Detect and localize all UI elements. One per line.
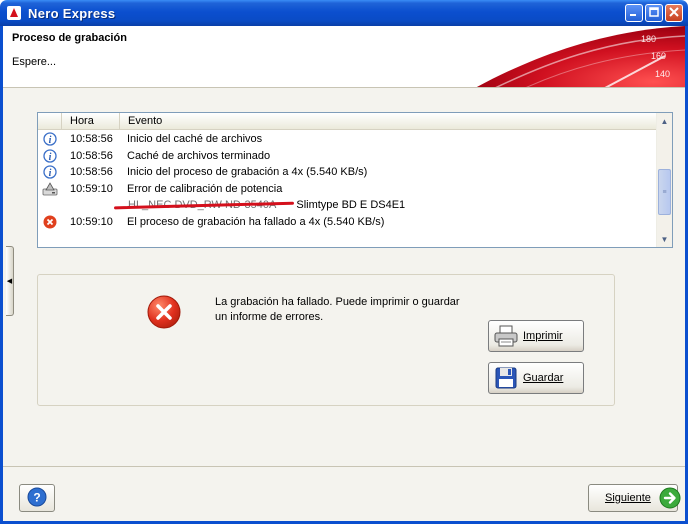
column-header-event[interactable]: Evento bbox=[120, 113, 657, 129]
log-row[interactable]: i 10:58:56 Inicio del proceso de grabaci… bbox=[38, 164, 657, 181]
minimize-button[interactable] bbox=[625, 4, 643, 22]
page-subtitle: Espere... bbox=[12, 56, 57, 68]
column-header-time[interactable]: Hora bbox=[62, 113, 120, 129]
print-button[interactable]: Imprimir bbox=[488, 320, 584, 352]
close-icon bbox=[669, 6, 679, 20]
info-icon: i bbox=[38, 132, 62, 146]
maximize-button[interactable] bbox=[645, 4, 663, 22]
svg-text:i: i bbox=[49, 152, 52, 163]
arrow-left-icon: ◀ bbox=[6, 278, 13, 285]
wizard-header: Proceso de grabación Espere... 180 160 1… bbox=[3, 26, 685, 88]
scroll-thumb[interactable]: ≡ bbox=[658, 169, 671, 215]
log-time: 10:58:56 bbox=[70, 133, 113, 146]
log-header: Hora Evento bbox=[38, 113, 657, 130]
floppy-disk-icon bbox=[493, 367, 519, 389]
footer-divider bbox=[3, 466, 685, 467]
svg-text:i: i bbox=[49, 168, 52, 179]
log-row[interactable]: i 10:58:56 Caché de archivos terminado bbox=[38, 148, 657, 165]
log-row[interactable]: i 10:58:56 Inicio del caché de archivos bbox=[38, 131, 657, 148]
speedometer-decoration: 180 160 140 bbox=[476, 26, 685, 87]
error-icon bbox=[147, 295, 181, 332]
log-event: Inicio del proceso de grabación a 4x (5.… bbox=[127, 166, 368, 179]
sidebar-expand-tab[interactable]: ◀ bbox=[6, 246, 14, 316]
info-icon: i bbox=[38, 149, 62, 163]
minimize-icon bbox=[629, 7, 639, 20]
help-glyph: ? bbox=[33, 490, 40, 504]
next-button-label: Siguiente bbox=[605, 492, 651, 504]
window-title: Nero Express bbox=[28, 5, 116, 21]
gauge-number: 180 bbox=[641, 34, 656, 44]
log-row[interactable]: 10:59:10 Error de calibración de potenci… bbox=[38, 181, 657, 198]
log-event: Caché de archivos terminado bbox=[127, 149, 271, 162]
error-panel: La grabación ha fallado. Puede imprimir … bbox=[37, 274, 615, 406]
title-bar[interactable]: Nero Express bbox=[0, 0, 688, 26]
event-log[interactable]: Hora Evento i 10:58:56 Inicio del caché … bbox=[37, 112, 673, 248]
gauge-number: 140 bbox=[655, 69, 670, 79]
scroll-up-icon[interactable]: ▲ bbox=[657, 113, 672, 129]
log-row[interactable]: 10:59:10 El proceso de grabación ha fall… bbox=[38, 214, 657, 231]
warning-drive-icon bbox=[38, 181, 62, 196]
gauge-number: 160 bbox=[651, 51, 666, 61]
log-time: 10:59:10 bbox=[70, 215, 113, 228]
log-event: El proceso de grabación ha fallado a 4x … bbox=[127, 215, 385, 228]
page-title: Proceso de grabación bbox=[12, 32, 127, 44]
replacement-drive-name: Slimtype BD E DS4E1 bbox=[296, 199, 406, 212]
scroll-down-icon[interactable]: ▼ bbox=[657, 231, 672, 247]
log-time: 10:58:56 bbox=[70, 166, 113, 179]
arrow-right-circle-icon bbox=[659, 487, 681, 509]
log-time: 10:59:10 bbox=[70, 182, 113, 195]
help-button[interactable]: ? bbox=[19, 484, 55, 512]
svg-text:i: i bbox=[49, 135, 52, 146]
printer-icon bbox=[493, 325, 519, 347]
window-body: Proceso de grabación Espere... 180 160 1… bbox=[0, 26, 688, 524]
info-icon: i bbox=[38, 165, 62, 179]
next-button[interactable]: Siguiente bbox=[588, 484, 681, 512]
log-scrollbar[interactable]: ▲ ≡ ▼ bbox=[656, 113, 672, 247]
log-time: 10:58:56 bbox=[70, 149, 113, 162]
log-row-drive[interactable]: HL_NEC DVD_RW ND-3540A Slimtype BD E DS4… bbox=[38, 197, 657, 214]
log-event: Error de calibración de potencia bbox=[127, 182, 283, 195]
save-button[interactable]: Guardar bbox=[488, 362, 584, 394]
log-event: Inicio del caché de archivos bbox=[127, 133, 263, 146]
close-button[interactable] bbox=[665, 4, 683, 22]
print-button-label: Imprimir bbox=[523, 330, 563, 342]
save-button-label: Guardar bbox=[523, 372, 564, 384]
error-message-line: La grabación ha fallado. Puede imprimir … bbox=[215, 296, 460, 308]
error-icon bbox=[38, 215, 62, 229]
nero-app-icon bbox=[6, 5, 22, 21]
help-icon: ? bbox=[27, 487, 47, 510]
struck-drive-name: HL_NEC DVD_RW ND-3540A bbox=[120, 199, 292, 211]
maximize-icon bbox=[649, 6, 659, 20]
column-icon bbox=[38, 113, 62, 129]
error-message-line: un informe de errores. bbox=[215, 311, 324, 323]
error-message: La grabación ha fallado. Puede imprimir … bbox=[215, 295, 495, 325]
